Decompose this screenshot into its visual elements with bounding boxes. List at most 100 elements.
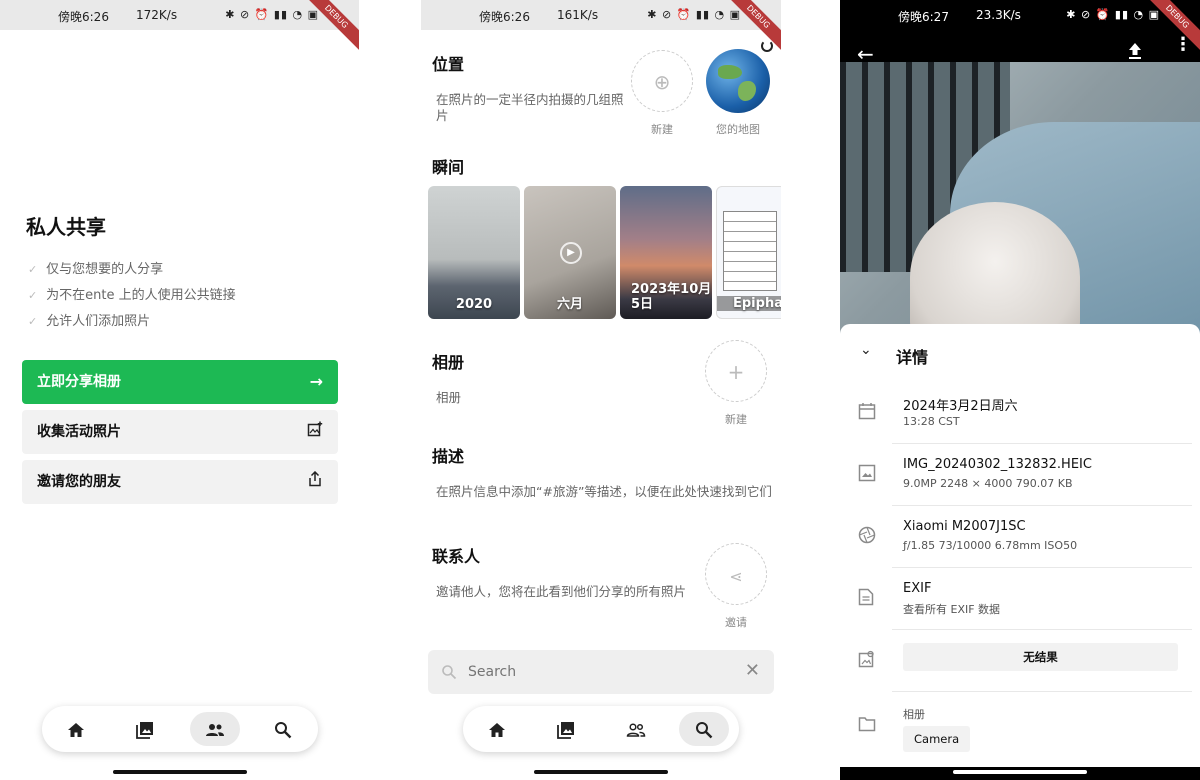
- new-location-button[interactable]: ⊕: [631, 50, 693, 112]
- feature-item: ✓ 允许人们添加照片: [28, 314, 151, 329]
- faces-row: 无结果: [840, 630, 1200, 692]
- albums-label: 相册: [903, 708, 925, 721]
- album-chip[interactable]: Camera: [903, 726, 971, 752]
- no-results-button[interactable]: 无结果: [903, 643, 1178, 671]
- home-indicator: [112, 770, 247, 774]
- exif-sub: 查看所有 EXIF 数据: [903, 603, 1001, 616]
- bottom-nav: [42, 706, 318, 752]
- status-speed: 161K/s: [557, 8, 599, 22]
- exif-row[interactable]: EXIF 查看所有 EXIF 数据: [840, 568, 1200, 630]
- invite-friends-label: 邀请您的朋友: [37, 474, 121, 490]
- nav-home[interactable]: [51, 712, 101, 746]
- status-bar: 傍晚6:27 23.3K/s ✱ ⊘ ⏰ ▮▮ ◔ ▣ DEBUG: [840, 0, 1200, 54]
- home-indicator: [953, 770, 1087, 774]
- status-time: 傍晚6:26: [479, 10, 530, 24]
- section-desc-description: 在照片信息中添加“#旅游”等描述，以便在此处快速找到它们: [436, 484, 772, 499]
- gallery-icon: [557, 721, 574, 739]
- feature-item: ✓ 仅与您想要的人分享: [28, 262, 164, 277]
- arrow-right-icon: →: [309, 372, 323, 391]
- details-sheet: ⌄ 详情 2024年3月2日周六 13:28 CST IMG_20240302_…: [840, 324, 1200, 767]
- status-bar: 傍晚6:26 172K/s ✱ ⊘ ⏰ ▮▮ ◔ ▣ DEBUG: [0, 0, 359, 54]
- nav-search[interactable]: [258, 712, 308, 746]
- map-globe-land: [718, 65, 742, 79]
- section-title-albums: 相册: [432, 353, 465, 372]
- nav-sharing[interactable]: [190, 712, 240, 746]
- section-title-locations: 位置: [432, 55, 465, 74]
- section-title-moments: 瞬间: [432, 158, 465, 177]
- section-title-description: 描述: [432, 447, 465, 466]
- upload-icon[interactable]: [1127, 42, 1143, 64]
- search-icon: [275, 721, 292, 738]
- bottom-nav: [463, 706, 739, 752]
- albums-row: 相册 Camera: [840, 692, 1200, 767]
- collect-photos-button[interactable]: 收集活动照片: [22, 410, 338, 454]
- invite-contact-label: 邀请: [725, 616, 747, 629]
- gallery-icon: [136, 721, 153, 739]
- invite-contact-button[interactable]: ⋖: [705, 543, 767, 605]
- share-album-label: 立即分享相册: [37, 374, 121, 390]
- moment-card[interactable]: ▶ 六月: [524, 186, 616, 319]
- image-icon: [858, 464, 876, 482]
- file-row[interactable]: IMG_20240302_132832.HEIC 9.0MP 2248 × 40…: [840, 444, 1200, 506]
- add-location-icon: ⊕: [653, 70, 671, 94]
- share-icon: ⋖: [729, 567, 743, 586]
- new-album-label: 新建: [725, 413, 747, 426]
- search-bar[interactable]: ✕: [428, 650, 774, 694]
- share-upload-icon: [307, 460, 323, 504]
- section-desc-contacts: 邀请他人，您将在此看到他们分享的所有照片: [436, 584, 687, 599]
- camera-main: Xiaomi M2007J1SC: [903, 519, 1026, 534]
- clear-icon[interactable]: ✕: [745, 660, 760, 681]
- calendar-icon: [858, 403, 876, 420]
- status-icons: ✱ ⊘ ⏰ ▮▮ ◔ ▣: [225, 8, 319, 21]
- date-main: 2024年3月2日周六: [903, 399, 1018, 414]
- camera-row[interactable]: Xiaomi M2007J1SC ƒ/1.85 73/10000 6.78mm …: [840, 506, 1200, 568]
- home-icon: [489, 722, 505, 737]
- loading-spinner-icon: [761, 40, 773, 52]
- nav-gallery[interactable]: [541, 712, 591, 746]
- document-thumbnail: [723, 211, 777, 291]
- home-indicator: [534, 770, 668, 774]
- folder-icon: [858, 717, 876, 732]
- more-options-icon[interactable]: ⋮: [1174, 36, 1192, 54]
- screen-gap: [359, 0, 421, 780]
- search-icon: [442, 665, 457, 680]
- date-row[interactable]: 2024年3月2日周六 13:28 CST: [840, 382, 1200, 444]
- face-photo-icon: [858, 650, 874, 668]
- new-album-button[interactable]: +: [705, 340, 767, 402]
- section-desc-albums: 相册: [436, 390, 462, 405]
- moment-card[interactable]: 2023年10月5日: [620, 186, 712, 319]
- home-icon: [68, 722, 84, 737]
- file-main: IMG_20240302_132832.HEIC: [903, 457, 1092, 472]
- document-icon: [858, 588, 874, 606]
- nav-gallery[interactable]: [120, 712, 170, 746]
- new-location-label: 新建: [651, 123, 673, 136]
- exif-main: EXIF: [903, 581, 932, 596]
- moment-card[interactable]: 2020: [428, 186, 520, 319]
- collapse-chevron-icon[interactable]: ⌄: [860, 342, 872, 358]
- nav-sharing[interactable]: [611, 712, 661, 746]
- people-outline-icon: [626, 722, 646, 737]
- map-globe-land: [738, 81, 756, 101]
- section-title-contacts: 联系人: [432, 547, 481, 566]
- share-album-button[interactable]: 立即分享相册 →: [22, 360, 338, 404]
- search-icon: [696, 721, 713, 738]
- nav-home[interactable]: [472, 712, 522, 746]
- feature-item: ✓ 为不在ente 上的人使用公共链接: [28, 288, 236, 303]
- camera-sub: ƒ/1.85 73/10000 6.78mm ISO50: [903, 539, 1078, 552]
- page-title: 私人共享: [26, 215, 106, 239]
- date-sub: 13:28 CST: [903, 415, 960, 428]
- search-screen: 傍晚6:26 161K/s ✱ ⊘ ⏰ ▮▮ ◔ ▣ DEBUG 位置 在照片的…: [421, 0, 781, 780]
- file-sub: 9.0MP 2248 × 4000 790.07 KB: [903, 477, 1073, 490]
- check-icon: ✓: [28, 315, 38, 328]
- invite-friends-button[interactable]: 邀请您的朋友: [22, 460, 338, 504]
- photo-preview[interactable]: [840, 62, 1200, 334]
- people-icon: [206, 723, 224, 736]
- add-photo-icon: [307, 410, 323, 454]
- your-map-button[interactable]: [706, 49, 770, 113]
- moment-card[interactable]: Epiphan: [716, 186, 781, 319]
- details-title: 详情: [896, 348, 929, 367]
- nav-search[interactable]: [679, 712, 729, 746]
- search-input[interactable]: [468, 661, 728, 683]
- check-icon: ✓: [28, 289, 38, 302]
- aperture-icon: [858, 526, 876, 544]
